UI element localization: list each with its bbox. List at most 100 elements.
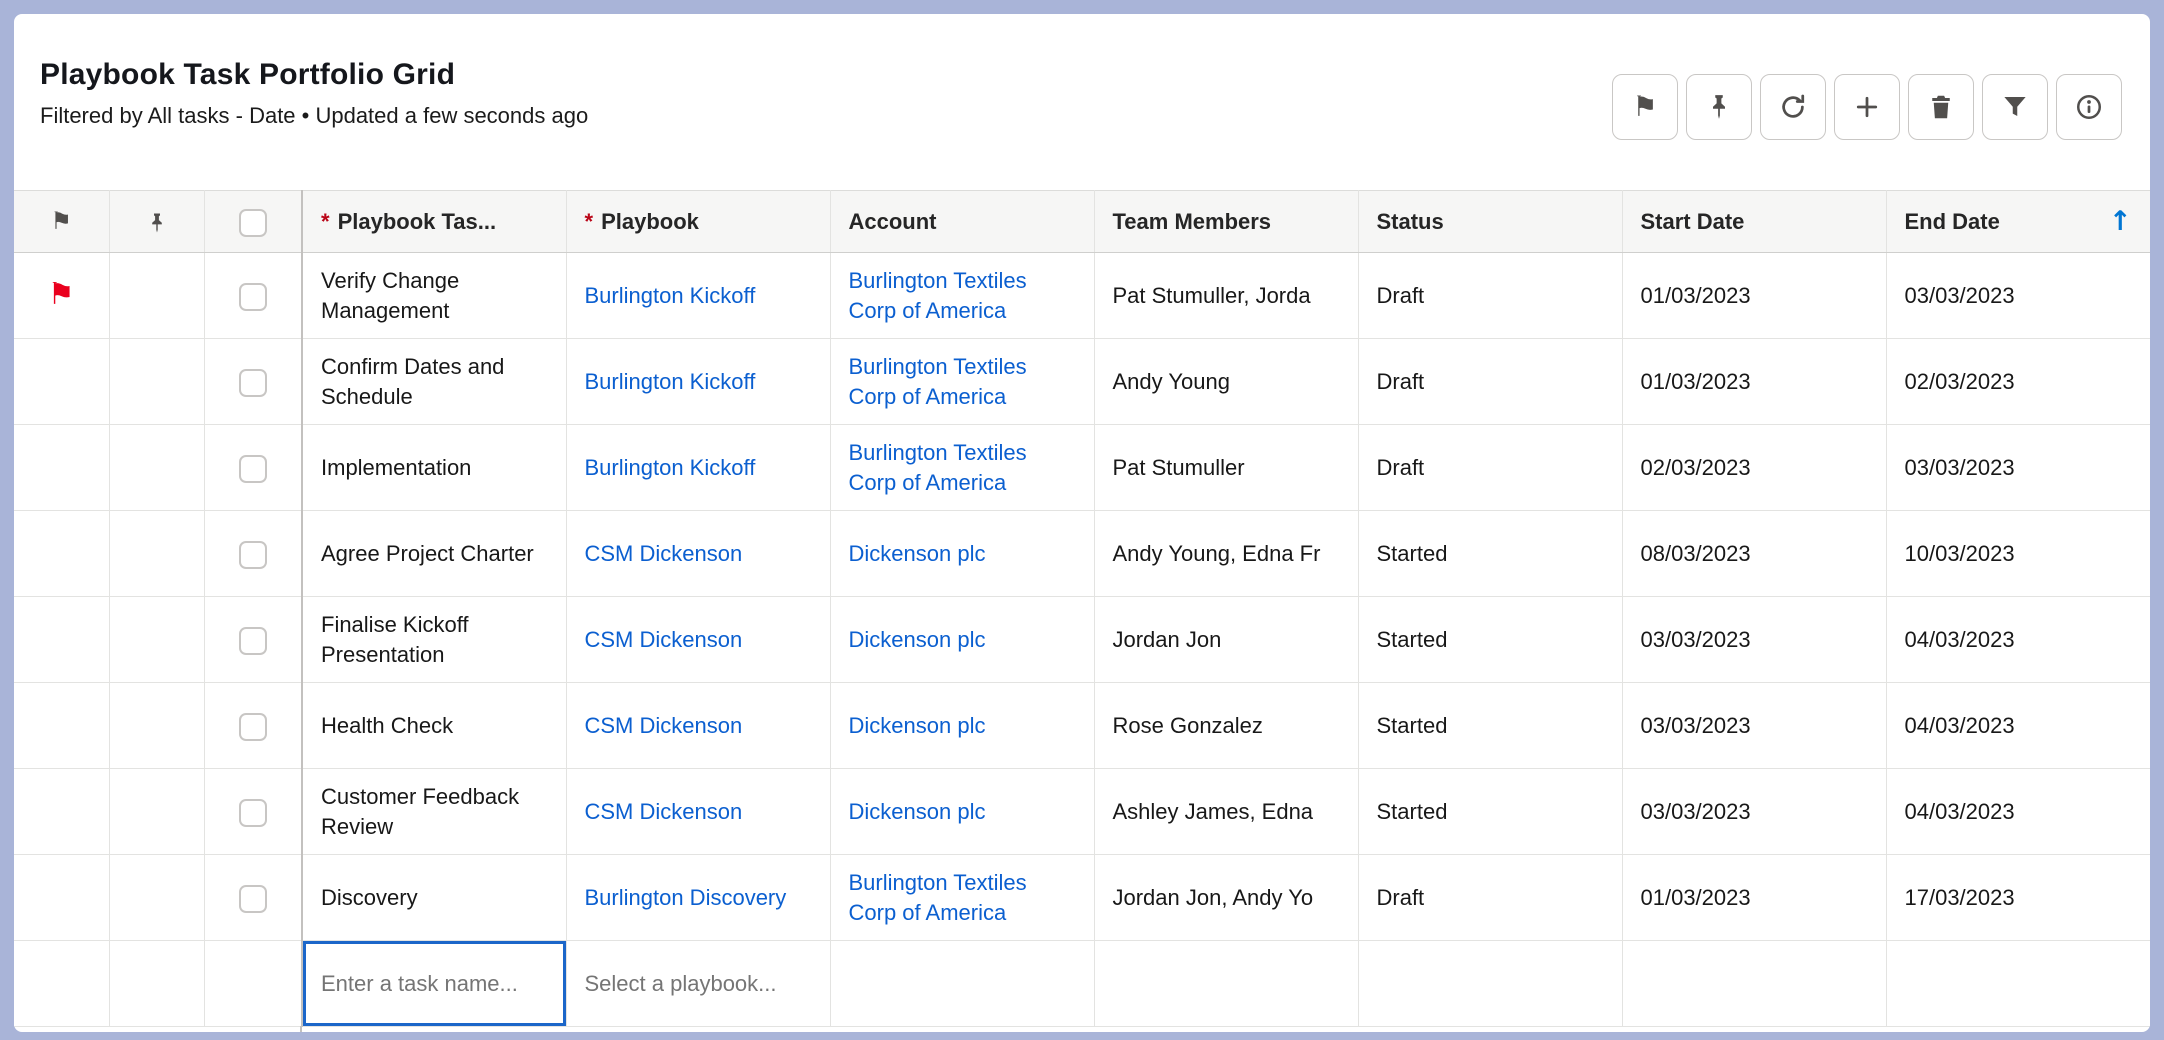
pin-cell[interactable] — [109, 855, 204, 941]
column-header-team-members[interactable]: Team Members — [1094, 191, 1358, 253]
end-date-cell[interactable]: 02/03/2023 — [1886, 339, 2150, 425]
select-cell[interactable] — [204, 425, 302, 511]
end-date-cell[interactable]: 10/03/2023 — [1886, 511, 2150, 597]
pin-column-header[interactable] — [109, 191, 204, 253]
playbook-link[interactable]: CSM Dickenson — [585, 541, 743, 566]
column-header-playbook[interactable]: *Playbook — [566, 191, 830, 253]
status-cell[interactable]: Draft — [1358, 855, 1622, 941]
status-cell[interactable]: Started — [1358, 769, 1622, 855]
flag-cell[interactable] — [14, 855, 109, 941]
row-checkbox[interactable] — [239, 799, 267, 827]
select-all-checkbox[interactable] — [239, 209, 267, 237]
playbook-link[interactable]: CSM Dickenson — [585, 713, 743, 738]
start-date-cell[interactable]: 03/03/2023 — [1622, 597, 1886, 683]
team-members-cell[interactable]: Pat Stumuller, Jorda — [1094, 253, 1358, 339]
status-cell[interactable]: Draft — [1358, 425, 1622, 511]
flag-cell[interactable]: ⚑ — [14, 253, 109, 339]
column-header-task[interactable]: *Playbook Tas... — [302, 191, 566, 253]
flag-button[interactable]: ⚑ — [1612, 74, 1678, 140]
playbook-link[interactable]: Burlington Kickoff — [585, 455, 756, 480]
account-link[interactable]: Burlington Textiles Corp of America — [849, 870, 1027, 924]
task-cell[interactable]: Confirm Dates and Schedule — [302, 339, 566, 425]
new-playbook-cell[interactable]: Select a playbook... — [566, 941, 830, 1027]
team-members-cell[interactable]: Rose Gonzalez — [1094, 683, 1358, 769]
end-date-cell[interactable]: 17/03/2023 — [1886, 855, 2150, 941]
flag-cell[interactable] — [14, 425, 109, 511]
playbook-cell[interactable]: CSM Dickenson — [566, 769, 830, 855]
row-checkbox[interactable] — [239, 713, 267, 741]
pin-cell[interactable] — [109, 683, 204, 769]
playbook-link[interactable]: Burlington Discovery — [585, 885, 787, 910]
team-members-cell[interactable]: Pat Stumuller — [1094, 425, 1358, 511]
pin-button[interactable] — [1686, 74, 1752, 140]
task-cell[interactable]: Verify Change Management — [302, 253, 566, 339]
account-cell[interactable]: Dickenson plc — [830, 511, 1094, 597]
account-link[interactable]: Dickenson plc — [849, 713, 986, 738]
account-link[interactable]: Burlington Textiles Corp of America — [849, 440, 1027, 494]
flag-cell[interactable] — [14, 511, 109, 597]
playbook-cell[interactable]: CSM Dickenson — [566, 597, 830, 683]
team-members-cell[interactable]: Jordan Jon, Andy Yo — [1094, 855, 1358, 941]
account-cell[interactable]: Dickenson plc — [830, 683, 1094, 769]
pin-cell[interactable] — [109, 769, 204, 855]
playbook-cell[interactable]: Burlington Kickoff — [566, 339, 830, 425]
filter-button[interactable] — [1982, 74, 2048, 140]
account-link[interactable]: Dickenson plc — [849, 799, 986, 824]
flag-cell[interactable] — [14, 683, 109, 769]
account-cell[interactable]: Burlington Textiles Corp of America — [830, 425, 1094, 511]
end-date-cell[interactable]: 03/03/2023 — [1886, 253, 2150, 339]
account-link[interactable]: Burlington Textiles Corp of America — [849, 268, 1027, 322]
sort-ascending-icon[interactable]: ↑ — [2109, 208, 2132, 235]
column-header-account[interactable]: Account — [830, 191, 1094, 253]
pin-cell[interactable] — [109, 425, 204, 511]
row-checkbox[interactable] — [239, 369, 267, 397]
account-cell[interactable]: Dickenson plc — [830, 597, 1094, 683]
playbook-cell[interactable]: Burlington Discovery — [566, 855, 830, 941]
pin-cell[interactable] — [109, 511, 204, 597]
playbook-link[interactable]: Burlington Kickoff — [585, 369, 756, 394]
end-date-cell[interactable]: 04/03/2023 — [1886, 683, 2150, 769]
new-task-cell[interactable] — [302, 941, 566, 1027]
select-cell[interactable] — [204, 855, 302, 941]
select-cell[interactable] — [204, 769, 302, 855]
start-date-cell[interactable]: 08/03/2023 — [1622, 511, 1886, 597]
playbook-link[interactable]: Burlington Kickoff — [585, 283, 756, 308]
start-date-cell[interactable]: 01/03/2023 — [1622, 855, 1886, 941]
task-cell[interactable]: Health Check — [302, 683, 566, 769]
select-cell[interactable] — [204, 511, 302, 597]
info-button[interactable] — [2056, 74, 2122, 140]
playbook-cell[interactable]: Burlington Kickoff — [566, 253, 830, 339]
start-date-cell[interactable]: 01/03/2023 — [1622, 253, 1886, 339]
select-cell[interactable] — [204, 597, 302, 683]
pin-cell[interactable] — [109, 597, 204, 683]
task-cell[interactable]: Finalise Kickoff Presentation — [302, 597, 566, 683]
start-date-cell[interactable]: 01/03/2023 — [1622, 339, 1886, 425]
playbook-link[interactable]: CSM Dickenson — [585, 627, 743, 652]
playbook-link[interactable]: CSM Dickenson — [585, 799, 743, 824]
status-cell[interactable]: Started — [1358, 683, 1622, 769]
column-header-end-date[interactable]: End Date ↑ — [1886, 191, 2150, 253]
pin-cell[interactable] — [109, 339, 204, 425]
playbook-cell[interactable]: Burlington Kickoff — [566, 425, 830, 511]
task-cell[interactable]: Customer Feedback Review — [302, 769, 566, 855]
account-cell[interactable]: Dickenson plc — [830, 769, 1094, 855]
account-link[interactable]: Burlington Textiles Corp of America — [849, 354, 1027, 408]
account-link[interactable]: Dickenson plc — [849, 541, 986, 566]
team-members-cell[interactable]: Jordan Jon — [1094, 597, 1358, 683]
column-header-start-date[interactable]: Start Date — [1622, 191, 1886, 253]
select-all-header[interactable] — [204, 191, 302, 253]
row-checkbox[interactable] — [239, 885, 267, 913]
start-date-cell[interactable]: 02/03/2023 — [1622, 425, 1886, 511]
start-date-cell[interactable]: 03/03/2023 — [1622, 769, 1886, 855]
status-cell[interactable]: Draft — [1358, 339, 1622, 425]
pin-cell[interactable] — [109, 253, 204, 339]
account-cell[interactable]: Burlington Textiles Corp of America — [830, 339, 1094, 425]
status-cell[interactable]: Started — [1358, 597, 1622, 683]
account-cell[interactable]: Burlington Textiles Corp of America — [830, 253, 1094, 339]
select-cell[interactable] — [204, 683, 302, 769]
select-cell[interactable] — [204, 339, 302, 425]
flag-column-header[interactable]: ⚑ — [14, 191, 109, 253]
new-playbook-select[interactable]: Select a playbook... — [585, 971, 777, 996]
row-checkbox[interactable] — [239, 455, 267, 483]
task-cell[interactable]: Discovery — [302, 855, 566, 941]
